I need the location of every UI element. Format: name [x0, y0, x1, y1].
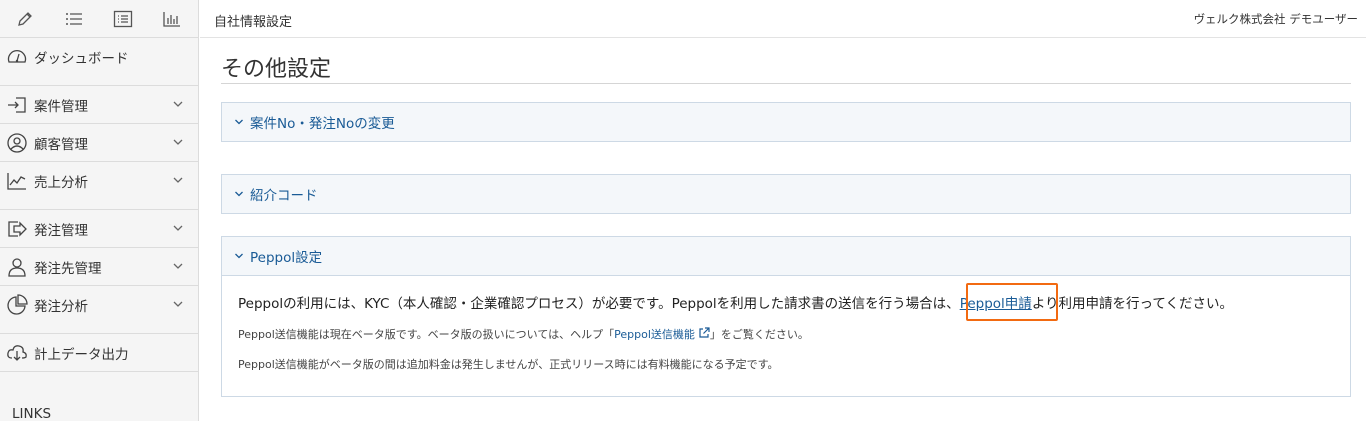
panel-peppol-settings: Peppol設定 Peppolの利用には、KYC（本人確認・企業確認プロセス）が… [221, 236, 1351, 397]
sign-in-icon [6, 94, 28, 116]
list-icon[interactable] [49, 0, 98, 38]
sidebar-item-label: ダッシュボード [34, 51, 129, 67]
chevron-down-icon [173, 101, 183, 107]
sidebar-item-export[interactable]: 計上データ出力 [0, 334, 198, 372]
pricing-note: Peppol送信機能がベータ版の間は追加料金は発生しませんが、正式リリース時には… [238, 358, 779, 371]
sidebar: ダッシュボード 案件管理 顧客管理 売上分析 発注管理 発注先管理 発注分析 計… [0, 0, 199, 421]
help-link[interactable]: Peppol送信機能 [614, 327, 710, 341]
person-icon [6, 256, 28, 278]
panel-title: 紹介コード [250, 188, 318, 204]
panel-header[interactable]: 案件No・発注Noの変更 [222, 103, 1350, 141]
page-title: その他設定 [221, 57, 332, 82]
highlight-box [966, 283, 1058, 321]
sidebar-item-label: 顧客管理 [34, 136, 88, 153]
panel-referral-code: 紹介コード [221, 174, 1351, 214]
panel-number-change: 案件No・発注Noの変更 [221, 102, 1351, 142]
download-icon [6, 342, 28, 364]
sidebar-item-customers[interactable]: 顧客管理 [0, 124, 198, 162]
chevron-down-icon [173, 225, 183, 231]
chevron-down-icon [173, 301, 183, 307]
sidebar-item-label: 発注分析 [34, 299, 88, 315]
chevron-down-icon [173, 177, 183, 183]
sidebar-item-orders[interactable]: 発注管理 [0, 210, 198, 248]
dashboard-icon [6, 46, 28, 68]
user-menu[interactable]: ヴェルク株式会社 デモユーザー [1194, 11, 1358, 27]
chevron-down-icon [173, 139, 183, 145]
sidebar-item-projects[interactable]: 案件管理 [0, 86, 198, 124]
panel-header[interactable]: 紹介コード [222, 175, 1350, 213]
chevron-down-icon [173, 263, 183, 269]
peppol-description: Peppolの利用には、KYC（本人確認・企業確認プロセス）が必要です。Pepp… [238, 296, 1233, 312]
sidebar-item-sales-analysis[interactable]: 売上分析 [0, 162, 198, 200]
header-title: 自社情報設定 [214, 15, 293, 30]
user-circle-icon [6, 132, 28, 154]
divider [221, 83, 1351, 84]
trend-icon [6, 170, 28, 192]
links-heading: LINKS [12, 406, 52, 421]
chevron-down-icon [235, 253, 243, 259]
chevron-down-icon [235, 191, 243, 197]
sidebar-item-dashboard[interactable]: ダッシュボード [0, 38, 198, 76]
external-link-icon [699, 327, 710, 338]
panel-header[interactable]: Peppol設定 [222, 237, 1350, 275]
beta-note: Peppol送信機能は現在ベータ版です。ベータ版の扱いについては、ヘルプ「Pep… [238, 327, 809, 341]
sign-out-icon [6, 218, 28, 240]
sidebar-item-label: 発注先管理 [34, 260, 102, 277]
sidebar-item-label: 案件管理 [34, 98, 88, 115]
sidebar-toolbar [0, 0, 198, 38]
sidebar-item-label: 売上分析 [34, 175, 88, 191]
sidebar-item-order-analysis[interactable]: 発注分析 [0, 286, 198, 324]
pencil-icon[interactable] [0, 0, 49, 38]
top-bar: 自社情報設定 ヴェルク株式会社 デモユーザー [200, 0, 1366, 38]
panel-title: Peppol設定 [250, 250, 323, 266]
chevron-down-icon [235, 119, 243, 125]
panel-title: 案件No・発注Noの変更 [250, 116, 395, 132]
panel-body: Peppolの利用には、KYC（本人確認・企業確認プロセス）が必要です。Pepp… [222, 275, 1350, 396]
bar-chart-icon[interactable] [147, 0, 196, 38]
checklist-icon[interactable] [98, 0, 147, 38]
pie-chart-icon [6, 294, 28, 316]
sidebar-item-suppliers[interactable]: 発注先管理 [0, 248, 198, 286]
sidebar-item-label: 発注管理 [34, 222, 88, 239]
sidebar-item-label: 計上データ出力 [34, 346, 129, 363]
